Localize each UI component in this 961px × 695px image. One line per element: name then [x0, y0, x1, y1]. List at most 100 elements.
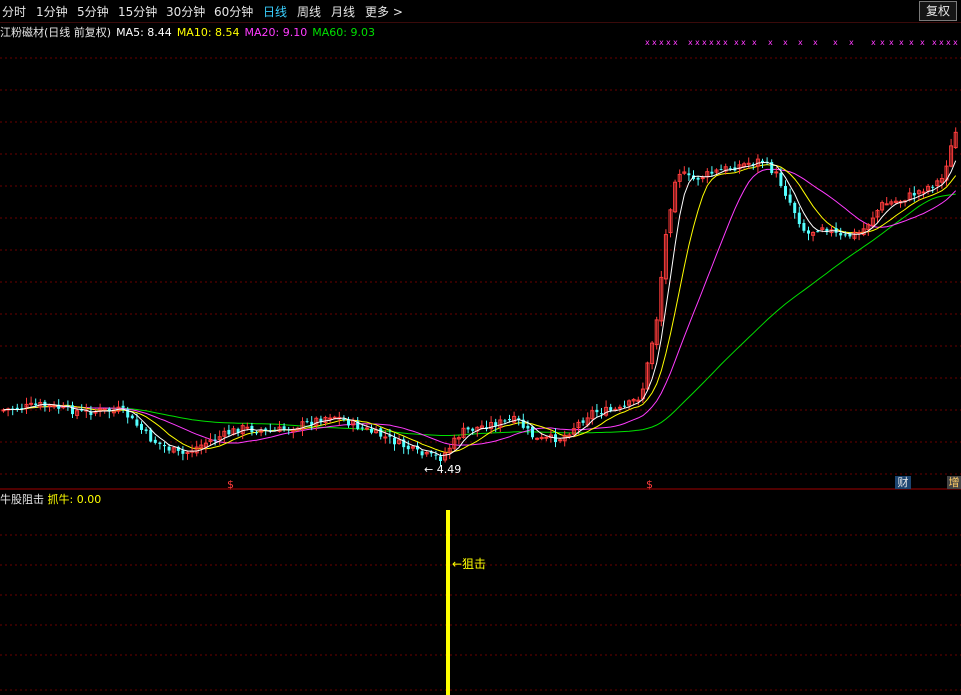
ma20-line — [3, 168, 957, 446]
event-x-mark: x — [783, 38, 788, 47]
candle-body — [687, 173, 691, 176]
event-x-mark: x — [695, 38, 700, 47]
dollar-marker[interactable]: $ — [227, 478, 234, 491]
candle-body — [347, 419, 350, 426]
candle-body — [332, 416, 337, 419]
candle-body — [370, 428, 373, 433]
candle-body — [700, 177, 705, 180]
event-x-mark: x — [652, 38, 657, 47]
event-x-mark: x — [833, 38, 838, 47]
candle-body — [531, 426, 534, 438]
candle-body — [617, 406, 622, 409]
candle-body — [471, 428, 475, 431]
candle-body — [181, 450, 185, 454]
increase-badge[interactable]: 增 — [947, 476, 961, 489]
candle-body — [843, 234, 847, 236]
candle-body — [153, 439, 157, 443]
candle-body — [535, 437, 540, 440]
candle-body — [839, 232, 843, 236]
event-x-mark: x — [899, 38, 904, 47]
candle-body — [558, 439, 563, 442]
candle-body — [393, 437, 396, 445]
event-x-mark: x — [688, 38, 693, 47]
event-x-mark: x — [645, 38, 650, 47]
candle-body — [710, 171, 714, 174]
candle-body — [245, 426, 250, 429]
event-x-mark: x — [723, 38, 728, 47]
candle-body — [144, 429, 148, 432]
finance-badge[interactable]: 财 — [895, 476, 911, 489]
event-x-mark: x — [813, 38, 818, 47]
candle-body — [774, 171, 779, 174]
candle-body — [149, 429, 153, 442]
low-price-value: 4.49 — [436, 463, 462, 476]
candle-body — [282, 426, 286, 430]
snipe-annotation: ←狙击 — [452, 557, 487, 571]
candle-body — [360, 427, 364, 429]
candle-body — [163, 444, 166, 447]
candle-body — [328, 417, 333, 420]
candle-body — [912, 192, 916, 196]
event-x-mark: x — [909, 38, 914, 47]
event-x-mark: x — [889, 38, 894, 47]
candle-body — [696, 177, 700, 180]
candle-body — [167, 446, 171, 451]
snipe-signal-bar — [446, 510, 450, 695]
candle-body — [34, 403, 38, 406]
candle-body — [406, 445, 410, 450]
candle-body — [544, 436, 549, 439]
candle-body — [793, 202, 797, 214]
candle-body — [383, 436, 388, 439]
event-x-mark: x — [871, 38, 876, 47]
candle-body — [364, 427, 369, 430]
candle-body — [420, 451, 424, 456]
candle-body — [816, 231, 820, 233]
event-x-mark: x — [741, 38, 746, 47]
candle-body — [728, 168, 732, 170]
candle-body — [807, 230, 810, 234]
candle-body — [595, 409, 599, 413]
event-x-mark: x — [673, 38, 678, 47]
candle-body — [857, 232, 862, 235]
candle-body — [788, 194, 792, 203]
event-x-mark: x — [768, 38, 773, 47]
event-x-mark: x — [953, 38, 958, 47]
event-x-mark: x — [849, 38, 854, 47]
candle-body — [623, 405, 626, 407]
event-x-mark: x — [716, 38, 721, 47]
indicator-name: 牛股阻击 — [0, 493, 44, 506]
ma10-line — [3, 164, 957, 453]
event-x-mark: x — [666, 38, 671, 47]
event-x-mark: x — [752, 38, 757, 47]
candle-body — [931, 186, 935, 188]
candle-body — [227, 429, 231, 435]
candle-body — [802, 223, 806, 231]
candle-body — [508, 418, 511, 421]
event-x-mark: x — [734, 38, 739, 47]
event-x-mark: x — [659, 38, 664, 47]
candle-body — [600, 413, 603, 415]
candle-body — [158, 442, 162, 445]
candle-body — [342, 418, 346, 420]
candle-body — [609, 407, 613, 411]
kline-chart[interactable]: xxxxxxxxxxxxxxxxxxxxxxxxxxxxxx — [0, 0, 961, 695]
candle-body — [264, 428, 268, 430]
event-x-mark: x — [920, 38, 925, 47]
candle-body — [746, 162, 751, 165]
candle-body — [213, 439, 217, 441]
event-x-mark: x — [798, 38, 803, 47]
candle-body — [503, 420, 507, 422]
candle-body — [784, 185, 787, 196]
indicator-legend: 牛股阻击 抓牛: 0.00 — [0, 491, 101, 507]
candle-body — [379, 428, 383, 437]
candle-body — [439, 456, 442, 461]
event-x-mark: x — [939, 38, 944, 47]
indicator-value: 抓牛: 0.00 — [47, 493, 102, 506]
candle-body — [140, 423, 143, 430]
candle-body — [884, 203, 889, 206]
dollar-marker[interactable]: $ — [646, 478, 653, 491]
candle-body — [255, 432, 258, 434]
candle-body — [130, 415, 134, 419]
low-price-label: ← 4.49 — [424, 463, 462, 476]
candle-body — [466, 427, 470, 430]
